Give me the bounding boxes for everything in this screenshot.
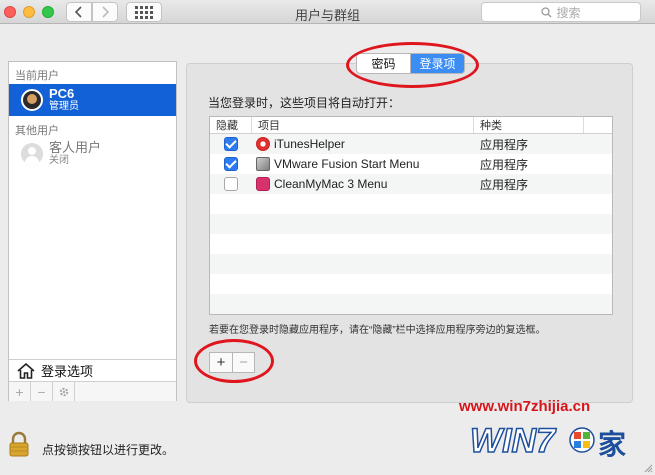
login-items-table[interactable]: 隐藏 项目 种类 iTunesHelper 应用程序 VMware Fusion… xyxy=(209,116,613,315)
item-kind: 应用程序 xyxy=(480,137,529,152)
user-item-pc6[interactable]: PC6 管理员 xyxy=(9,84,176,116)
guest-avatar-icon xyxy=(21,143,43,165)
empty-row xyxy=(210,294,612,314)
search-icon xyxy=(541,6,552,17)
empty-row xyxy=(210,234,612,254)
user-role: 管理员 xyxy=(49,101,79,112)
vmware-icon xyxy=(256,157,270,171)
item-kind: 应用程序 xyxy=(480,177,529,192)
lock-message: 点按锁按钮以进行更改。 xyxy=(42,443,175,457)
hide-checkbox[interactable] xyxy=(224,177,238,191)
house-icon xyxy=(17,362,35,379)
column-header-item[interactable]: 项目 xyxy=(252,117,474,133)
login-options-label: 登录选项 xyxy=(41,364,94,379)
resize-grip-icon[interactable] xyxy=(643,463,653,473)
item-name: CleanMyMac 3 Menu xyxy=(274,177,388,191)
search-field[interactable]: 搜索 xyxy=(481,2,641,22)
login-options-item[interactable]: 登录选项 xyxy=(9,359,176,381)
hide-checkbox[interactable] xyxy=(224,157,238,171)
hide-checkbox[interactable] xyxy=(224,137,238,151)
current-users-header: 当前用户 xyxy=(15,70,59,82)
column-header-spacer xyxy=(584,117,612,133)
lock-icon[interactable] xyxy=(8,431,30,457)
avatar xyxy=(21,89,43,111)
sidebar-button-bar: + − xyxy=(9,381,176,401)
logo-suffix: 家 xyxy=(598,428,626,461)
table-row[interactable]: CleanMyMac 3 Menu 应用程序 xyxy=(210,174,612,194)
column-header-hide[interactable]: 隐藏 xyxy=(210,117,252,133)
cleanmymac-icon xyxy=(256,177,270,191)
watermark-url: www.win7zhijia.cn xyxy=(459,398,591,415)
table-row[interactable]: VMware Fusion Start Menu 应用程序 xyxy=(210,154,612,174)
win7-watermark-logo: WIN7 家 xyxy=(470,421,626,461)
gear-icon xyxy=(59,387,68,396)
action-menu-button[interactable] xyxy=(53,382,75,401)
remove-user-button[interactable]: − xyxy=(31,382,53,401)
itunes-icon xyxy=(256,137,270,151)
hide-hint-text: 若要在您登录时隐藏应用程序，请在“隐藏”栏中选择应用程序旁边的复选框。 xyxy=(209,325,546,336)
users-sidebar: 当前用户 PC6 管理员 其他用户 客人用户 关闭 登录选项 + − xyxy=(8,61,177,401)
logo-text: WIN7 xyxy=(470,422,557,460)
table-header: 隐藏 项目 种类 xyxy=(210,117,612,134)
empty-row xyxy=(210,214,612,234)
item-name: iTunesHelper xyxy=(274,137,345,151)
window-toolbar: 用户与群组 搜索 xyxy=(0,0,655,24)
guest-user-status: 关闭 xyxy=(49,155,69,166)
empty-row xyxy=(210,194,612,214)
user-item-guest[interactable]: 客人用户 关闭 xyxy=(9,137,176,171)
user-name: PC6 xyxy=(49,86,75,101)
item-kind: 应用程序 xyxy=(480,157,529,172)
guest-user-name: 客人用户 xyxy=(49,140,102,155)
annotation-circle-add-remove xyxy=(194,339,274,383)
empty-row xyxy=(210,254,612,274)
login-items-intro: 当您登录时，这些项目将自动打开： xyxy=(208,96,401,110)
table-body: iTunesHelper 应用程序 VMware Fusion Start Me… xyxy=(210,134,612,314)
other-users-header: 其他用户 xyxy=(15,125,59,137)
column-header-kind[interactable]: 种类 xyxy=(474,117,584,133)
item-name: VMware Fusion Start Menu xyxy=(274,157,420,171)
search-placeholder: 搜索 xyxy=(556,5,581,20)
annotation-circle-tabs xyxy=(346,42,479,88)
add-user-button[interactable]: + xyxy=(9,382,31,401)
empty-row xyxy=(210,274,612,294)
table-row[interactable]: iTunesHelper 应用程序 xyxy=(210,134,612,154)
